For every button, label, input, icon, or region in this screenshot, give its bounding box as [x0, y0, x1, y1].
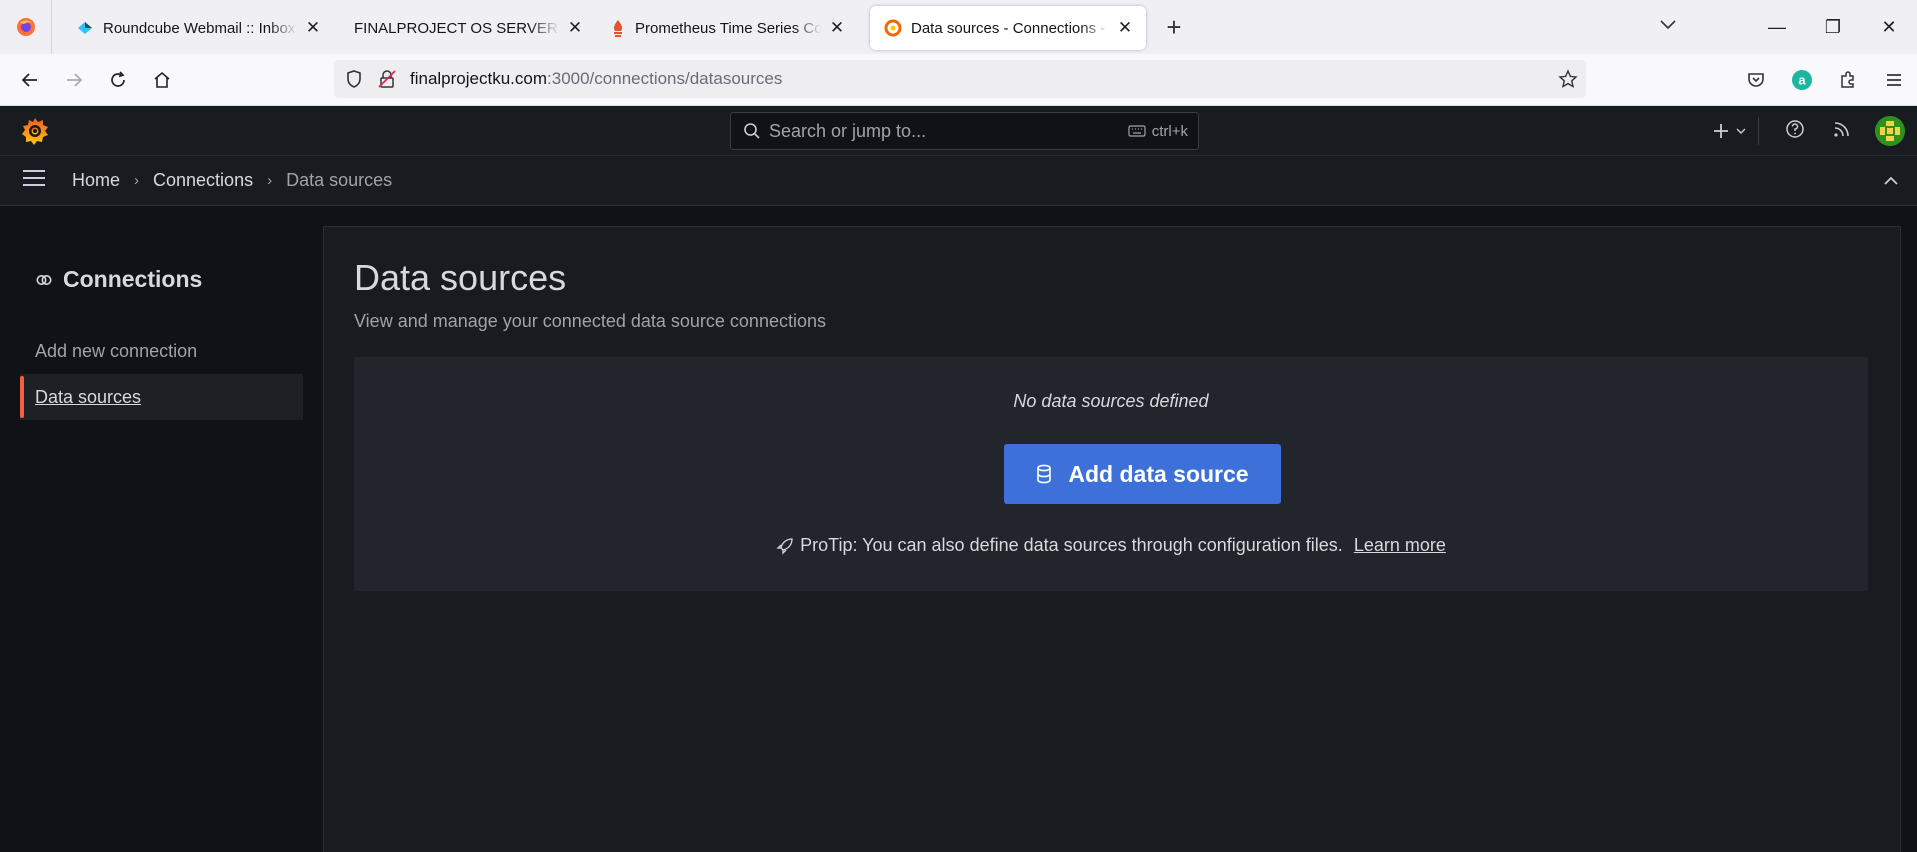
rocket-icon — [776, 537, 793, 555]
top-bar-actions — [1712, 106, 1917, 156]
url-host: finalprojectku.com — [410, 69, 548, 88]
tab-title: FINALPROJECT OS SERVER & SYSADMIN — [354, 19, 560, 37]
tracking-protection-shield-icon[interactable] — [344, 69, 364, 89]
keyboard-icon — [1128, 125, 1146, 137]
close-window-icon[interactable]: ✕ — [1861, 17, 1917, 38]
learn-more-link[interactable]: Learn more — [1354, 535, 1446, 556]
news-rss-icon[interactable] — [1833, 120, 1851, 143]
pocket-icon[interactable] — [1733, 70, 1779, 90]
empty-state-panel: No data sources defined Add data source … — [354, 357, 1868, 591]
breadcrumb-connections[interactable]: Connections — [153, 170, 253, 191]
extension-a-icon[interactable]: a — [1779, 69, 1825, 91]
tab-title: Prometheus Time Series Collection — [635, 19, 822, 37]
reload-icon[interactable] — [96, 60, 140, 100]
tab-title: Roundcube Webmail :: Inbox — [103, 19, 296, 37]
search-input[interactable]: Search or jump to... ctrl+k — [730, 112, 1199, 150]
protip: ProTip: You can also define data sources… — [354, 535, 1868, 556]
chevron-right-icon: › — [267, 172, 273, 189]
tab-title: Data sources - Connections - Grafana — [911, 19, 1110, 37]
close-tab-icon[interactable]: ✕ — [828, 18, 846, 38]
chevron-right-icon: › — [134, 172, 140, 189]
divider — [1758, 117, 1759, 145]
tab-roundcube[interactable]: Roundcube Webmail :: Inbox ✕ — [62, 6, 334, 50]
back-icon[interactable] — [8, 60, 52, 100]
svg-text:a: a — [1798, 73, 1806, 88]
list-all-tabs-icon[interactable] — [1660, 14, 1676, 35]
breadcrumb-home[interactable]: Home — [72, 170, 120, 191]
close-tab-icon[interactable]: ✕ — [1116, 18, 1134, 38]
close-tab-icon[interactable]: ✕ — [566, 18, 584, 38]
tab-prometheus[interactable]: Prometheus Time Series Collection ✕ — [596, 6, 858, 50]
page-subtitle: View and manage your connected data sour… — [354, 311, 826, 331]
empty-state-message: No data sources defined — [1013, 391, 1209, 411]
insecure-lock-icon[interactable] — [376, 68, 398, 90]
new-dropdown-plus-icon[interactable] — [1712, 122, 1746, 140]
shortcut-label: ctrl+k — [1151, 122, 1188, 140]
browser-nav-bar: finalprojectku.com:3000/connections/data… — [0, 54, 1917, 106]
help-icon[interactable] — [1785, 119, 1805, 144]
breadcrumb-current: Data sources — [286, 170, 393, 190]
search-placeholder: Search or jump to... — [769, 120, 927, 141]
home-icon[interactable] — [140, 60, 184, 100]
sidebar-heading: Connections — [35, 266, 202, 293]
protip-text: ProTip: You can also define data sources… — [800, 535, 1343, 555]
forward-icon[interactable] — [52, 60, 96, 100]
app-menu-icon[interactable] — [1871, 70, 1917, 90]
grafana-top-bar: Search or jump to... ctrl+k — [0, 106, 1917, 156]
breadcrumb: Home › Connections › Data sources — [72, 170, 392, 191]
add-data-source-button[interactable]: Add data source — [1004, 444, 1281, 504]
close-tab-icon[interactable]: ✕ — [304, 18, 322, 38]
restore-icon[interactable]: ❐ — [1805, 17, 1861, 38]
sidebar-item-data-sources[interactable]: Data sources — [20, 374, 303, 420]
connections-sidebar: Connections Add new connection Data sour… — [0, 206, 323, 852]
extensions-puzzle-icon[interactable] — [1825, 70, 1871, 90]
roundcube-favicon-icon — [78, 22, 92, 34]
url-path: :3000/connections/datasources — [547, 69, 783, 88]
prometheus-favicon-icon — [614, 20, 622, 37]
page-title: Data sources — [354, 257, 567, 298]
new-tab-button[interactable]: + — [1156, 9, 1192, 45]
minimize-icon[interactable]: — — [1749, 17, 1805, 38]
sidebar-item-add-new-connection[interactable]: Add new connection — [20, 328, 303, 374]
sidebar-title: Connections — [63, 266, 203, 292]
user-avatar[interactable] — [1875, 116, 1905, 146]
window-controls: — ❐ ✕ — [1749, 0, 1917, 54]
collapse-chevron-up-icon[interactable] — [1883, 170, 1899, 191]
connections-icon — [36, 274, 52, 285]
database-icon — [1036, 464, 1052, 484]
breadcrumb-bar: Home › Connections › Data sources — [0, 156, 1917, 206]
browser-tab-bar: Roundcube Webmail :: Inbox ✕ FINALPROJEC… — [0, 0, 1917, 54]
grafana-logo-icon[interactable] — [20, 116, 50, 151]
main-content: Data sources View and manage your connec… — [323, 226, 1901, 852]
keyboard-shortcut-hint: ctrl+k — [1128, 123, 1188, 140]
bookmark-star-icon[interactable] — [1558, 69, 1578, 89]
grafana-favicon-icon — [884, 19, 902, 37]
search-icon — [744, 123, 760, 139]
toolbar-extensions: a — [1733, 60, 1917, 100]
add-data-source-label: Add data source — [1068, 460, 1249, 487]
tab-finalproject[interactable]: FINALPROJECT OS SERVER & SYSADMIN ✕ — [340, 6, 596, 50]
address-bar[interactable]: finalprojectku.com:3000/connections/data… — [334, 60, 1586, 98]
firefox-menu-icon[interactable] — [0, 0, 52, 54]
menu-toggle-icon[interactable] — [22, 169, 46, 192]
tab-grafana-datasources[interactable]: Data sources - Connections - Grafana ✕ — [870, 6, 1146, 50]
